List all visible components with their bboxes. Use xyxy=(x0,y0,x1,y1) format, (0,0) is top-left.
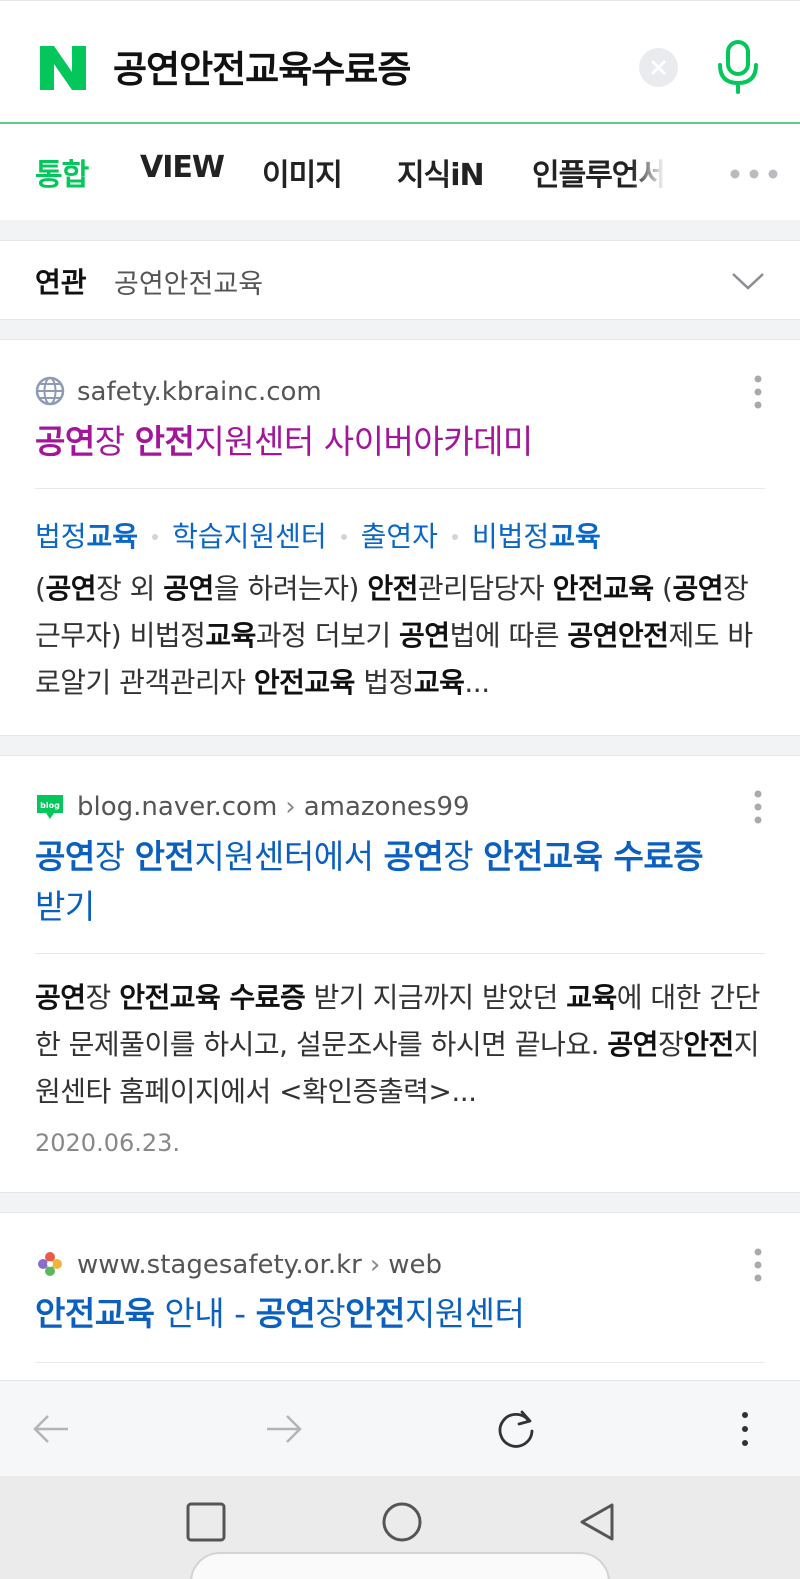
search-result-1: safety.kbrainc.com 공연장 안전지원센터 사이버아카데미 법정… xyxy=(0,339,800,736)
search-tabs: 통합 VIEW 이미지 지식iN 인플루언서 xyxy=(0,124,800,220)
globe-icon xyxy=(35,376,65,406)
result-title-link[interactable]: 공연장 안전지원센터 사이버아카데미 xyxy=(35,417,735,467)
mobile-browser-page: 공연안전교육수료증 통합 VIEW 이미지 지식iN 인플루언서 연관 공연안전… xyxy=(0,0,800,1579)
search-result-2: blog blog.naver.com › amazones99 공연장 안전지원센… xyxy=(0,755,800,1193)
chevron-down-icon[interactable] xyxy=(730,263,766,299)
tab-knowledge-in[interactable]: 지식iN xyxy=(397,150,485,194)
clear-search-button[interactable] xyxy=(639,48,678,87)
gesture-handle[interactable] xyxy=(190,1552,610,1579)
related-label: 연관 xyxy=(35,266,87,299)
refresh-icon[interactable] xyxy=(496,1409,536,1449)
tab-influencer[interactable]: 인플루언서 xyxy=(532,150,666,194)
divider xyxy=(35,488,765,489)
search-query[interactable]: 공연안전교육수료증 xyxy=(113,39,411,93)
tab-view[interactable]: VIEW xyxy=(140,150,225,185)
result-description: 공연장 안전교육 수료증 받기 지금까지 받았던 교육에 대한 간단한 문제풀이… xyxy=(35,981,760,1108)
close-icon xyxy=(651,60,666,75)
result-sublinks: 법정교육 학습지원센터 출연자 비법정교육 xyxy=(35,515,601,555)
recent-apps-icon[interactable] xyxy=(186,1502,226,1542)
source-path: amazones99 xyxy=(303,792,470,822)
forward-arrow-icon[interactable] xyxy=(265,1413,303,1445)
result-title-link[interactable]: 공연장 안전지원센터에서 공연장 안전교육 수료증 받기 xyxy=(35,832,735,932)
sublink-learning-support[interactable]: 학습지원센터 xyxy=(172,520,327,553)
system-back-icon[interactable] xyxy=(578,1502,616,1542)
home-icon[interactable] xyxy=(381,1501,423,1543)
browser-menu-icon[interactable] xyxy=(740,1411,750,1447)
sublink-non-legal-education[interactable]: 비법정교육 xyxy=(472,520,601,553)
more-tabs-icon[interactable] xyxy=(729,168,779,180)
source-domain: safety.kbrainc.com xyxy=(77,377,322,407)
site-favicon-icon xyxy=(38,1252,62,1276)
tab-integrated[interactable]: 통합 xyxy=(35,150,89,194)
search-result-3: www.stagesafety.or.kr › web 안전교육 안내 - 공연장안… xyxy=(0,1212,800,1392)
related-term[interactable]: 공연안전교육 xyxy=(114,262,263,301)
svg-text:blog: blog xyxy=(40,801,60,810)
sublink-performers[interactable]: 출연자 xyxy=(361,520,438,553)
more-options-icon[interactable] xyxy=(752,374,764,410)
back-arrow-icon[interactable] xyxy=(32,1413,70,1445)
browser-toolbar xyxy=(0,1380,800,1476)
naver-logo[interactable] xyxy=(38,43,88,93)
divider xyxy=(35,1362,765,1363)
tab-images[interactable]: 이미지 xyxy=(262,150,343,194)
divider xyxy=(35,953,765,954)
search-header: 공연안전교육수료증 xyxy=(0,0,800,124)
result-source[interactable]: blog blog.naver.com › amazones99 xyxy=(35,791,470,822)
result-source[interactable]: safety.kbrainc.com xyxy=(35,376,322,407)
result-source[interactable]: www.stagesafety.or.kr › web xyxy=(35,1249,442,1280)
related-searches-bar[interactable]: 연관 공연안전교육 xyxy=(0,240,800,320)
voice-search-mic-icon[interactable] xyxy=(716,39,760,95)
more-options-icon[interactable] xyxy=(752,1247,764,1283)
source-path: web xyxy=(388,1250,443,1280)
more-options-icon[interactable] xyxy=(752,789,764,825)
result-title-link[interactable]: 안전교육 안내 - 공연장안전지원센터 xyxy=(35,1289,735,1339)
source-domain: www.stagesafety.or.kr xyxy=(77,1250,362,1280)
sublink-legal-education[interactable]: 법정교육 xyxy=(35,520,138,553)
result-description: (공연장 외 공연을 하려는자) 안전관리담당자 안전교육 (공연장 근무자) … xyxy=(35,572,753,699)
blog-icon: blog xyxy=(37,795,63,819)
result-date: 2020.06.23. xyxy=(35,1129,181,1157)
source-domain: blog.naver.com xyxy=(77,792,278,822)
